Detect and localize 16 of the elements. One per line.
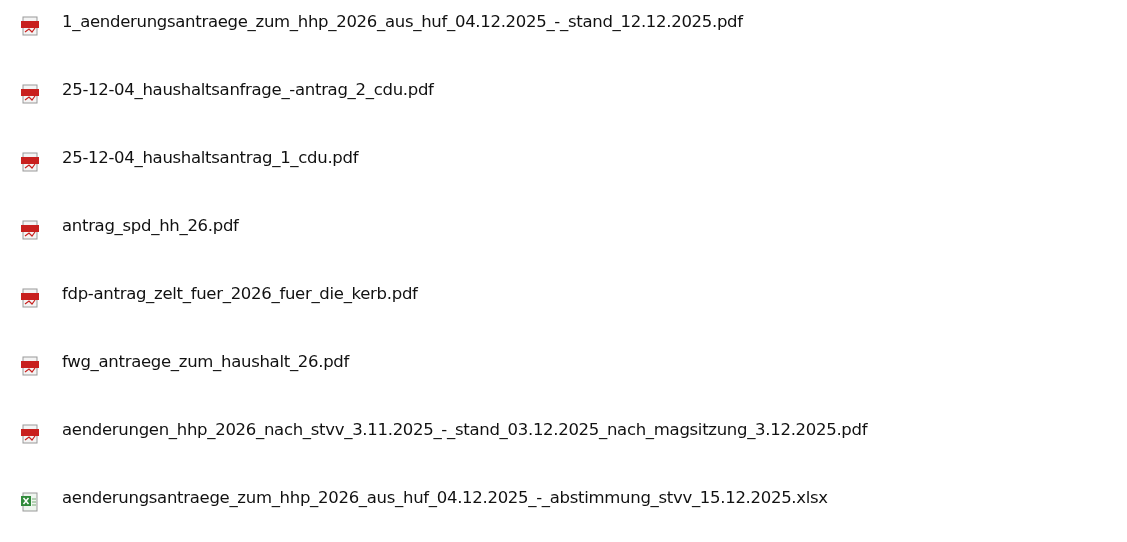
file-name[interactable]: aenderungsantraege_zum_hhp_2026_aus_huf_04.12.2025_-_abstimmung_stvv_15.12.2025.xlsx	[62, 487, 828, 507]
file-name[interactable]: antrag_spd_hh_26.pdf	[62, 215, 239, 235]
pdf-file-icon	[20, 15, 40, 37]
pdf-file-icon	[20, 423, 40, 445]
pdf-file-icon	[20, 83, 40, 105]
file-name[interactable]: aenderungen_hhp_2026_nach_stvv_3.11.2025_-_stand_03.12.2025_nach_magsitzung_3.12.2025.pdf	[62, 419, 868, 439]
pdf-file-icon	[20, 151, 40, 173]
file-name[interactable]: 1_aenderungsantraege_zum_hhp_2026_aus_huf_04.12.2025_-_stand_12.12.2025.pdf	[62, 11, 743, 31]
spreadsheet-file-icon	[20, 491, 40, 513]
file-name[interactable]: 25-12-04_haushaltsantrag_1_cdu.pdf	[62, 147, 359, 167]
pdf-file-icon	[20, 287, 40, 309]
file-name[interactable]: fwg_antraege_zum_haushalt_26.pdf	[62, 351, 350, 371]
pdf-file-icon	[20, 219, 40, 241]
pdf-file-icon	[20, 355, 40, 377]
file-name[interactable]: 25-12-04_haushaltsanfrage_-antrag_2_cdu.pdf	[62, 79, 434, 99]
file-name[interactable]: fdp-antrag_zelt_fuer_2026_fuer_die_kerb.pdf	[62, 283, 418, 303]
